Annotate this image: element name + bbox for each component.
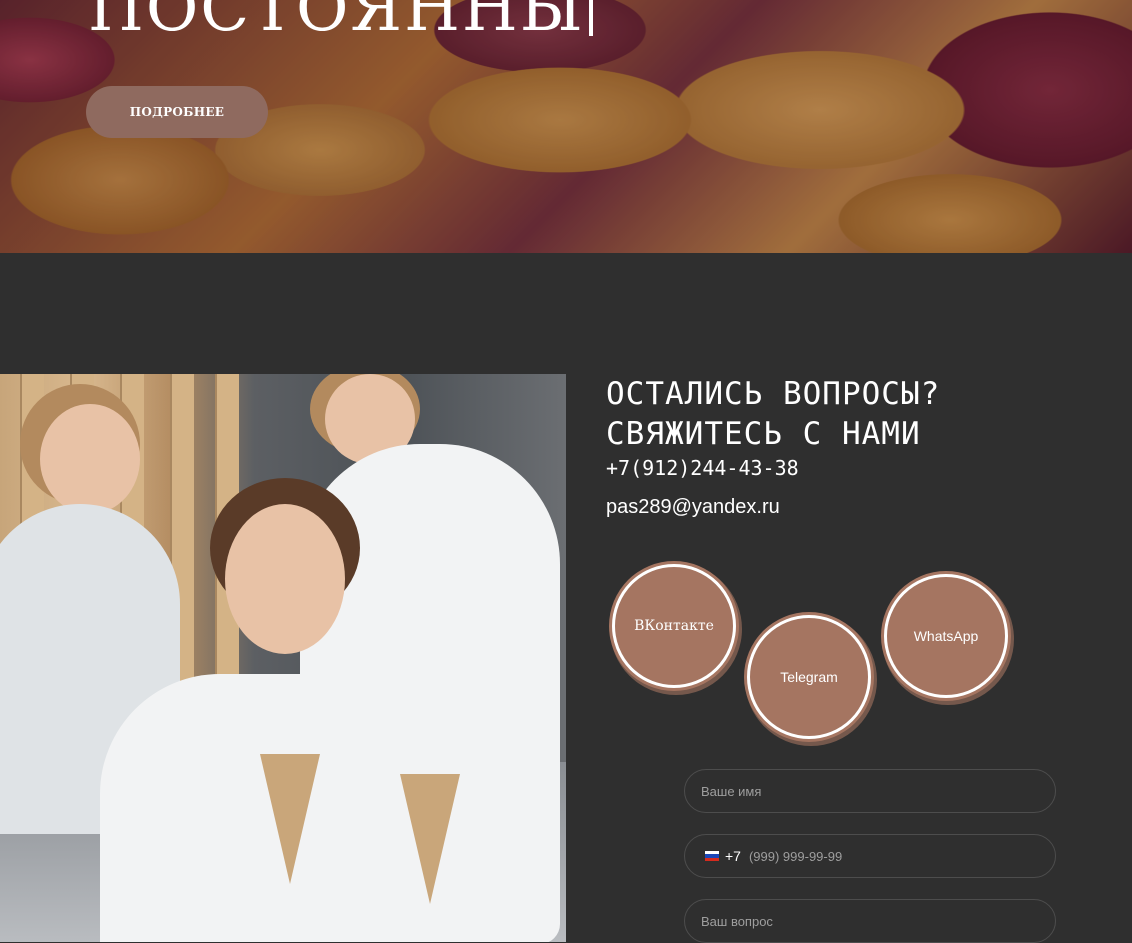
phone-country-code: +7 <box>725 848 741 864</box>
question-input-placeholder: Ваш вопрос <box>701 913 773 929</box>
typing-caret <box>588 0 593 36</box>
telegram-link-button[interactable]: Telegram <box>747 615 871 739</box>
hero-banner: ПОСТОЯННЫ ПОДРОБНЕЕ <box>0 0 1132 253</box>
contact-phone[interactable]: +7(912)244-43-38 <box>606 456 799 480</box>
hero-title: ПОСТОЯННЫ <box>88 0 593 46</box>
contact-title-line1: ОСТАЛИСЬ ВОПРОСЫ? <box>606 376 941 412</box>
more-button[interactable]: ПОДРОБНЕЕ <box>86 86 268 138</box>
contact-email[interactable]: pas289@yandex.ru <box>606 496 780 519</box>
family-photo <box>0 374 566 942</box>
contact-title-line2: СВЯЖИТЕСЬ С НАМИ <box>606 416 921 452</box>
name-input[interactable]: Ваше имя <box>684 769 1056 813</box>
vk-link-button[interactable]: ВКонтакте <box>612 564 736 688</box>
question-input[interactable]: Ваш вопрос <box>684 899 1056 943</box>
name-input-placeholder: Ваше имя <box>701 783 762 799</box>
whatsapp-link-button[interactable]: WhatsApp <box>884 574 1008 698</box>
russia-flag-icon[interactable] <box>705 851 719 861</box>
phone-input-placeholder: (999) 999-99-99 <box>748 848 843 864</box>
contact-title: ОСТАЛИСЬ ВОПРОСЫ? СВЯЖИТЕСЬ С НАМИ <box>606 374 940 454</box>
phone-input[interactable]: +7 (999) 999-99-99 <box>684 834 1056 878</box>
